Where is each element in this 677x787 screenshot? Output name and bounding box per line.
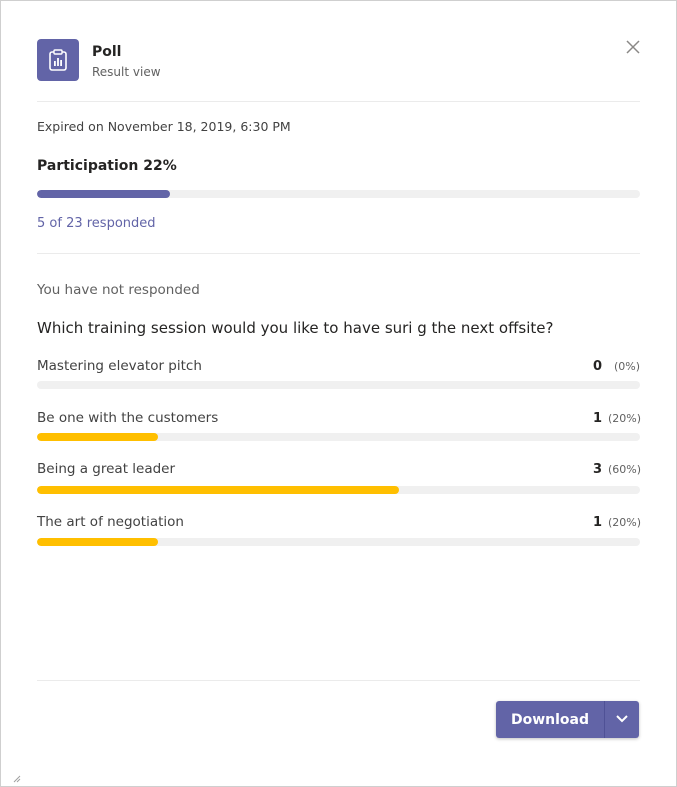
- option-label: Be one with the customers: [37, 410, 219, 426]
- option-bar: [37, 433, 640, 441]
- response-status: You have not responded: [37, 282, 200, 298]
- participation-label: Participation 22%: [37, 158, 177, 174]
- participation-bar: [37, 190, 640, 198]
- responded-link[interactable]: 5 of 23 responded: [37, 216, 156, 231]
- section-divider: [37, 253, 640, 254]
- dialog-subtitle: Result view: [92, 65, 161, 79]
- option-percent: (0%): [613, 360, 640, 373]
- option-result: 0 (0%): [593, 359, 640, 374]
- download-options-button[interactable]: [605, 701, 639, 738]
- option-result: 1 (20%): [592, 411, 642, 426]
- header-divider: [37, 101, 640, 102]
- dialog-header: Poll Result view: [37, 39, 640, 81]
- option-result: 1 (20%): [592, 515, 642, 530]
- option-bar-fill: [37, 433, 158, 441]
- option-bar-fill: [37, 486, 399, 494]
- resize-grip-icon[interactable]: [11, 768, 21, 783]
- option-count: 1: [592, 515, 602, 530]
- poll-question: Which training session would you like to…: [37, 319, 554, 337]
- option-bar-fill: [37, 538, 158, 546]
- option-result: 3 (60%): [592, 462, 642, 477]
- option-bar: [37, 486, 640, 494]
- option-count: 3: [592, 462, 602, 477]
- option-count: 0: [592, 359, 602, 374]
- option-label: Being a great leader: [37, 461, 176, 477]
- option-label: Mastering elevator pitch: [37, 358, 202, 374]
- option-bar: [37, 381, 640, 389]
- chevron-down-icon: [615, 712, 629, 727]
- option-percent: (20%): [608, 412, 642, 425]
- dialog-title: Poll: [92, 44, 122, 60]
- participation-bar-fill: [37, 190, 170, 198]
- poll-dialog: Poll Result view Expired on November 18,…: [0, 0, 677, 787]
- option-label: The art of negotiation: [37, 514, 184, 530]
- download-button[interactable]: Download: [496, 701, 604, 738]
- option-percent: (60%): [608, 463, 642, 476]
- option-count: 1: [592, 411, 602, 426]
- option-percent: (20%): [608, 516, 642, 529]
- option-bar: [37, 538, 640, 546]
- download-split-button: Download: [496, 701, 639, 738]
- clipboard-chart-icon: [37, 39, 79, 81]
- close-icon[interactable]: [626, 39, 640, 54]
- footer-divider: [37, 680, 640, 681]
- expiration-text: Expired on November 18, 2019, 6:30 PM: [37, 119, 291, 134]
